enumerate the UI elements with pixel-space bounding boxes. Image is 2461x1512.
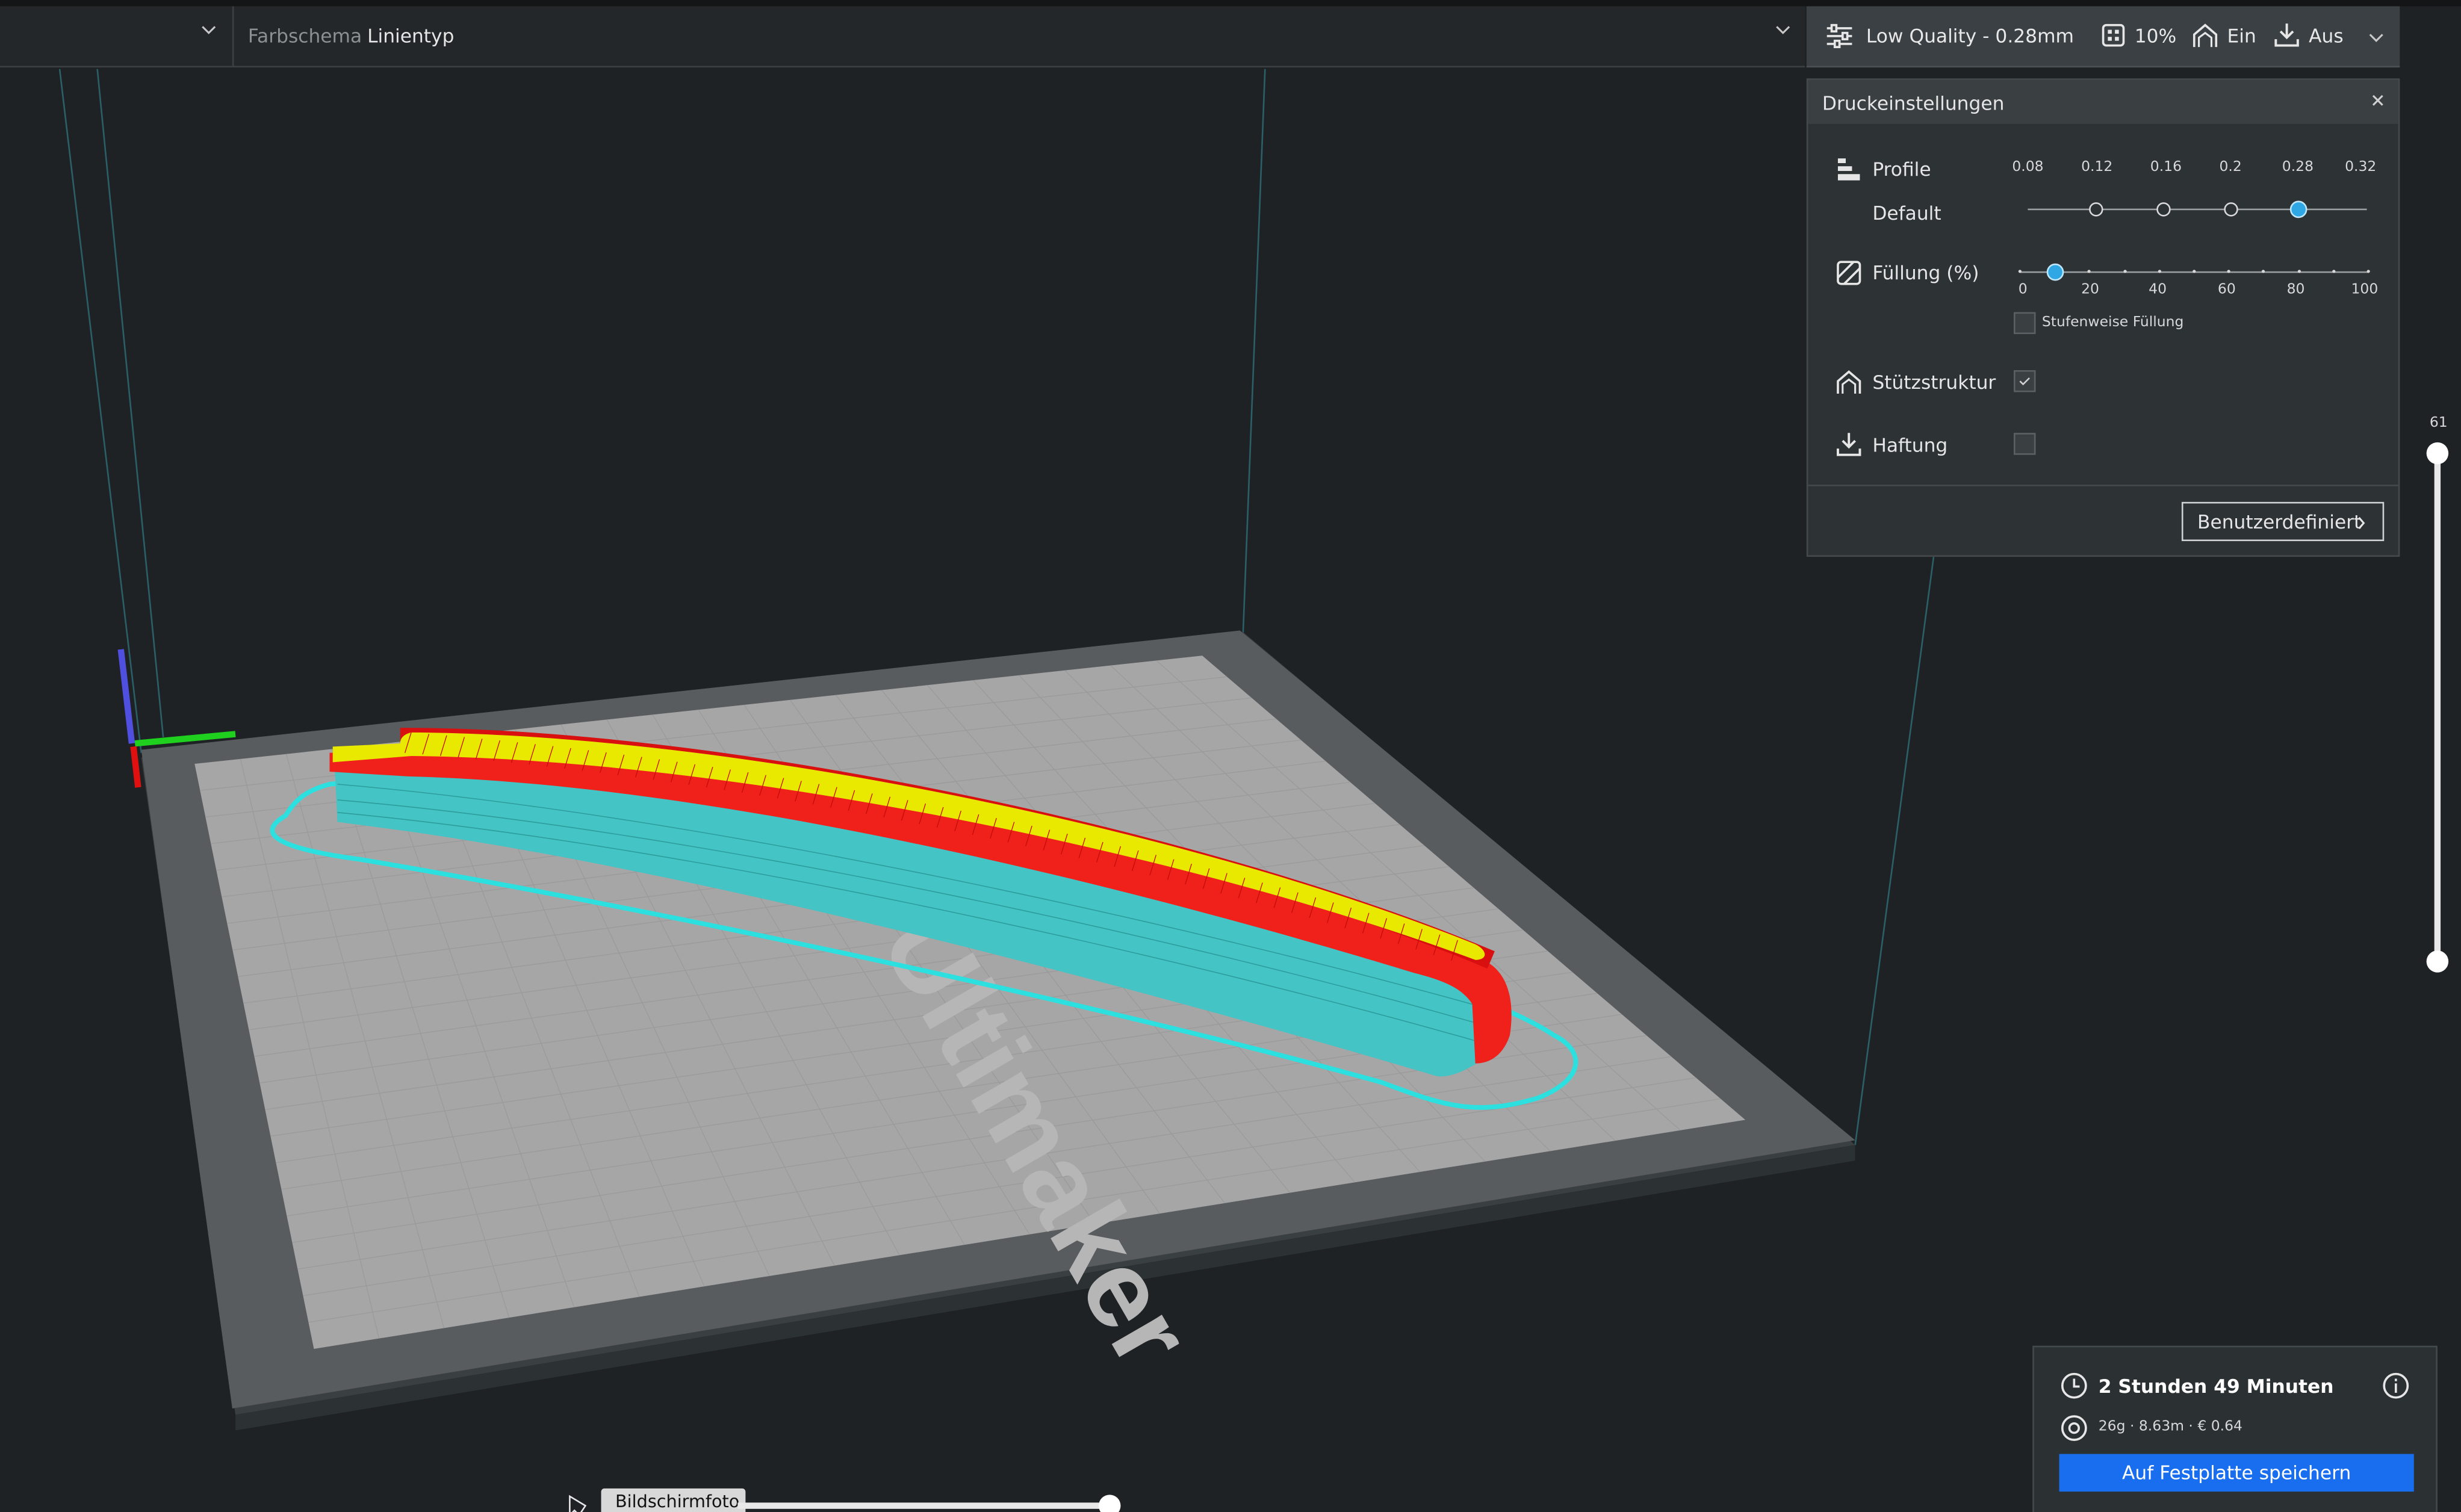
layer-slider-top-handle[interactable] [2426,442,2449,465]
adhesion-icon [1837,433,1861,456]
layer-height-slider-track[interactable] [2028,208,2367,211]
close-icon[interactable] [2370,93,2386,108]
print-time: 2 Stunden 49 Minuten [2098,1375,2334,1398]
infill-label: Füllung (%) [1872,262,1979,284]
x-axis [130,746,141,788]
layer-height-tick: 0.12 [2081,160,2113,176]
panel-header: Druckeinstellungen [1808,79,2398,124]
save-to-disk-label: Auf Festplatte speichern [2122,1461,2351,1484]
infill-icon [1837,261,1861,285]
infill-slider-dot [2332,270,2335,273]
material-estimate: 26g · 8.63m · € 0.64 [2098,1419,2242,1436]
chevron-down-icon[interactable] [1775,22,1791,37]
layer-height-icon [1837,158,1860,181]
current-layer-number: 61 [2429,415,2448,432]
support-checkbox[interactable] [2013,370,2036,392]
infill-icon [2102,23,2125,47]
gradual-infill-checkbox[interactable] [2013,312,2036,335]
simulation-slider-track[interactable] [737,1502,1115,1509]
adhesion-label: Haftung [1872,434,1948,457]
infill-summary: 10% [2134,25,2177,48]
layer-height-selected-knob[interactable] [2289,200,2307,218]
infill-slider-dot [2297,270,2301,273]
infill-tick: 80 [2286,282,2305,299]
support-icon [1837,370,1861,394]
infill-tick: 100 [2351,282,2379,299]
print-settings-panel: Druckeinstellungen Profile Default 0.08 … [1806,78,2400,557]
infill-tick: 0 [2018,282,2028,299]
layer-slider-track[interactable] [2434,453,2441,962]
infill-tick: 20 [2081,282,2099,299]
layer-slider-bottom-handle[interactable] [2426,950,2449,973]
layer-height-option[interactable] [2156,202,2171,217]
profile-default-label: Default [1872,202,1941,225]
chevron-down-icon[interactable] [2368,30,2384,46]
infill-slider-dot [2193,270,2196,273]
screenshot-tooltip: Bildschirmfoto [601,1488,746,1512]
layer-height-tick: 0.2 [2219,160,2242,176]
chevron-down-icon[interactable] [201,22,217,37]
layer-height-option[interactable] [2089,202,2103,217]
infill-slider-knob[interactable] [2046,263,2064,281]
settings-sliders-icon [1826,23,1852,48]
adhesion-checkbox[interactable] [2013,433,2036,455]
mouse-cursor-icon [569,1495,587,1512]
save-to-disk-button[interactable]: Auf Festplatte speichern [2059,1454,2414,1492]
layer-height-option[interactable] [2224,202,2238,217]
chevron-right-icon [2358,516,2365,530]
layer-height-tick: 0.08 [2012,160,2044,176]
infill-tick: 40 [2149,282,2167,299]
color-scheme-dropdown[interactable]: Linientyp [367,25,454,47]
print-settings-summary[interactable]: Low Quality - 0.28mm 10% Ein Aus [1806,6,2400,68]
color-scheme-label: Farbschema [247,25,362,48]
gradual-infill-label: Stufenweise Füllung [2041,315,2184,331]
checkmark-icon [2019,377,2030,386]
infill-slider-dot [2123,270,2126,273]
simulation-slider-handle[interactable] [1098,1495,1121,1512]
panel-divider [1808,485,2398,486]
infill-slider-dot [2366,270,2370,273]
spool-icon [2061,1415,2087,1441]
info-icon[interactable] [2383,1372,2409,1399]
layer-height-tick: 0.28 [2282,160,2314,176]
infill-slider-dot [2158,270,2161,273]
adhesion-icon [2274,23,2299,47]
layer-height-tick: 0.32 [2345,160,2377,176]
support-label: Stützstruktur [1872,371,1996,394]
screenshot-tooltip-text: Bildschirmfoto [615,1492,740,1512]
window-top-edge [0,0,2461,7]
profile-summary: Low Quality - 0.28mm [1866,25,2075,48]
infill-tick: 60 [2217,282,2236,299]
job-specs-panel: 2 Stunden 49 Minuten 26g · 8.63m · € 0.6… [2032,1345,2438,1512]
layer-height-tick: 0.16 [2150,160,2182,176]
profile-label: Profile [1872,158,1931,181]
infill-slider-dot [2018,270,2022,273]
toolbar-divider [232,6,234,66]
support-summary: Ein [2227,25,2256,48]
adhesion-summary: Aus [2309,25,2344,48]
support-icon [2193,23,2218,48]
cura-window: Ultimaker Farbschema Linientyp Low Quali… [0,0,2461,1512]
clock-icon [2061,1372,2087,1399]
custom-settings-label: Benutzerdefiniert [2197,511,2362,533]
custom-settings-button[interactable]: Benutzerdefiniert [2181,501,2385,542]
panel-title: Druckeinstellungen [1822,92,2005,115]
